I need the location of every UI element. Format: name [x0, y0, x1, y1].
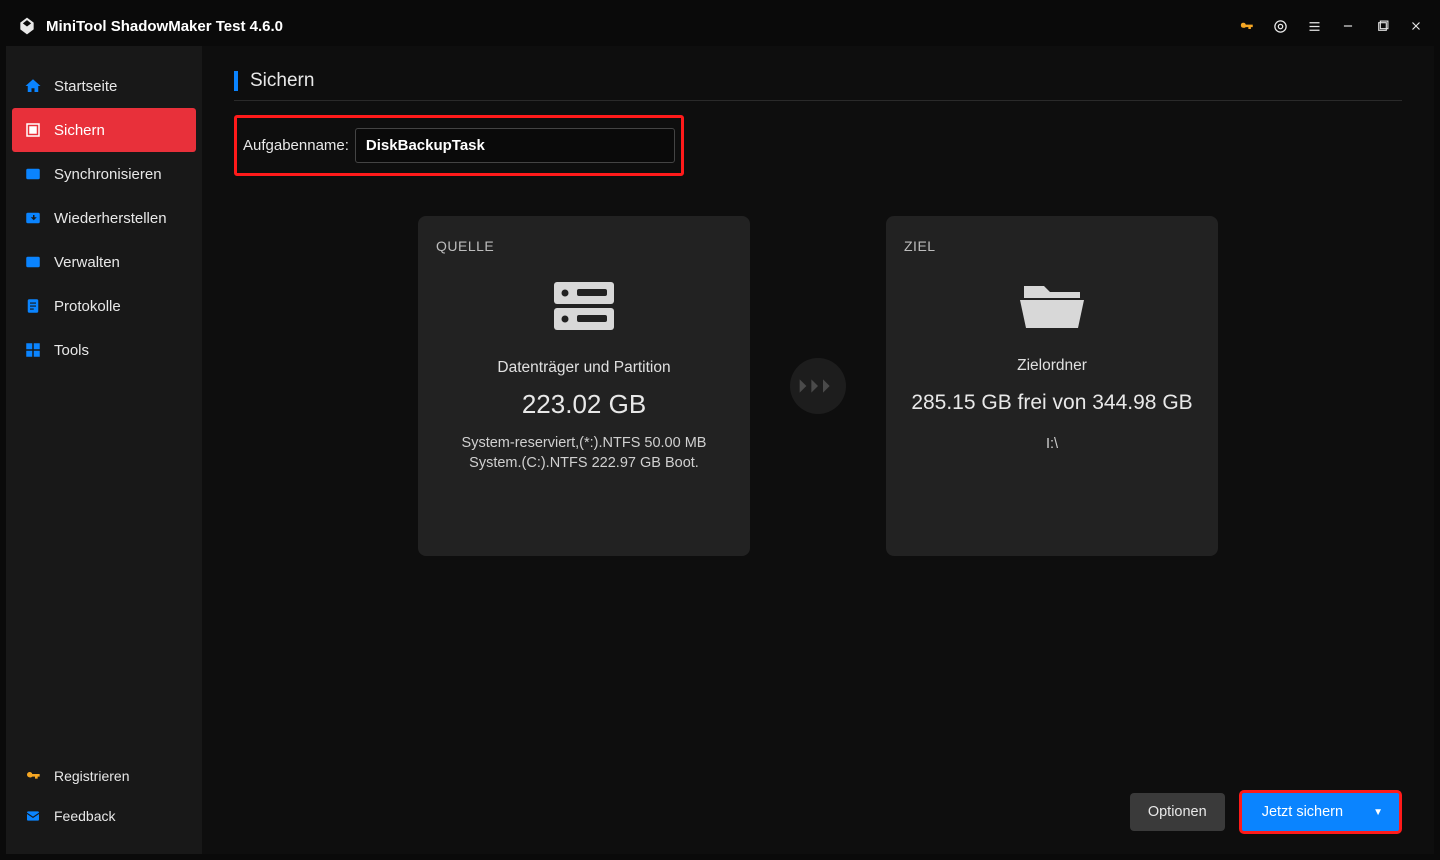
target-type: Zielordner — [904, 357, 1200, 375]
window-controls — [1238, 18, 1424, 34]
target-space: 285.15 GB frei von 344.98 GB — [904, 391, 1200, 415]
app-logo-icon — [16, 15, 38, 37]
sidebar-item-label: Feedback — [54, 808, 115, 824]
divider — [234, 100, 1402, 101]
sidebar-item-label: Protokolle — [54, 298, 121, 315]
sidebar-item-label: Startseite — [54, 78, 117, 95]
source-size: 223.02 GB — [436, 389, 732, 420]
disk-icon — [549, 276, 619, 341]
target-title: ZIEL — [904, 238, 1200, 254]
task-name-label: Aufgabenname: — [243, 137, 349, 154]
folder-open-icon — [1016, 276, 1088, 339]
logs-icon — [24, 297, 42, 315]
source-detail: System-reserviert,(*:).NTFS 50.00 MB Sys… — [436, 434, 732, 473]
source-type: Datenträger und Partition — [436, 359, 732, 377]
task-name-input[interactable] — [355, 128, 675, 163]
sidebar-item-home[interactable]: Startseite — [6, 64, 202, 108]
target-card[interactable]: ZIEL Zielordner 285.15 GB frei von 344.9… — [886, 216, 1218, 556]
mail-icon — [24, 807, 42, 825]
page-title: Sichern — [234, 70, 1402, 92]
backup-icon — [24, 121, 42, 139]
sidebar-item-logs[interactable]: Protokolle — [6, 284, 202, 328]
lifebuoy-icon[interactable] — [1272, 18, 1288, 34]
footer-row: Optionen Jetzt sichern ▼ — [234, 790, 1402, 834]
app-title: MiniTool ShadowMaker Test 4.6.0 — [46, 18, 283, 35]
sidebar-item-label: Verwalten — [54, 254, 120, 271]
manage-icon — [24, 253, 42, 271]
chevron-down-icon: ▼ — [1373, 807, 1383, 818]
sidebar-item-register[interactable]: Registrieren — [6, 756, 202, 796]
options-button[interactable]: Optionen — [1130, 793, 1225, 831]
sidebar-item-label: Synchronisieren — [54, 166, 162, 183]
tools-icon — [24, 341, 42, 359]
key-icon — [24, 767, 42, 785]
cards-row: QUELLE Datenträger und Partition 223.02 … — [234, 216, 1402, 556]
close-button[interactable] — [1408, 18, 1424, 34]
source-title: QUELLE — [436, 238, 732, 254]
content-area: Sichern Aufgabenname: QUELLE — [202, 46, 1434, 854]
arrow-icon — [790, 358, 846, 414]
minimize-button[interactable] — [1340, 18, 1356, 34]
sidebar-item-label: Wiederherstellen — [54, 210, 167, 227]
sidebar-item-label: Tools — [54, 342, 89, 359]
sidebar-item-feedback[interactable]: Feedback — [6, 796, 202, 836]
home-icon — [24, 77, 42, 95]
target-path: I:\ — [904, 435, 1200, 455]
titlebar: MiniTool ShadowMaker Test 4.6.0 — [6, 6, 1434, 46]
sidebar-item-restore[interactable]: Wiederherstellen — [6, 196, 202, 240]
source-card[interactable]: QUELLE Datenträger und Partition 223.02 … — [418, 216, 750, 556]
key-icon[interactable] — [1238, 18, 1254, 34]
sidebar: Startseite Sichern Synchronisieren Wiede… — [6, 46, 202, 854]
task-name-row: Aufgabenname: — [234, 115, 684, 176]
sidebar-item-sync[interactable]: Synchronisieren — [6, 152, 202, 196]
maximize-button[interactable] — [1374, 18, 1390, 34]
restore-icon — [24, 209, 42, 227]
backup-now-button[interactable]: Jetzt sichern ▼ — [1239, 790, 1402, 834]
sidebar-item-backup[interactable]: Sichern — [12, 108, 196, 152]
sync-icon — [24, 165, 42, 183]
menu-icon[interactable] — [1306, 18, 1322, 34]
sidebar-item-label: Registrieren — [54, 768, 129, 784]
sidebar-item-manage[interactable]: Verwalten — [6, 240, 202, 284]
app-window: MiniTool ShadowMaker Test 4.6.0 — [6, 6, 1434, 854]
sidebar-item-label: Sichern — [54, 122, 105, 139]
sidebar-item-tools[interactable]: Tools — [6, 328, 202, 372]
